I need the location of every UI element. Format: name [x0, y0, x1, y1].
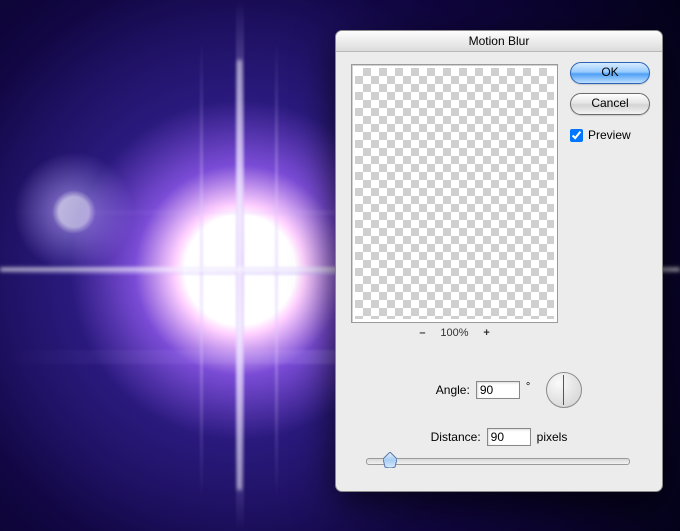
slider-track [366, 458, 630, 465]
preview-checkbox-label: Preview [588, 128, 631, 142]
flare-cross [238, 60, 241, 490]
angle-dial[interactable] [546, 372, 582, 408]
distance-unit: pixels [537, 430, 568, 444]
motion-blur-dialog: Motion Blur – 100% + OK Cancel Preview A… [335, 30, 663, 492]
angle-unit: ° [526, 381, 530, 393]
zoom-in-button[interactable]: + [478, 327, 496, 339]
distance-input[interactable] [487, 428, 531, 446]
zoom-out-button[interactable]: – [413, 327, 431, 339]
distance-row: Distance: pixels [336, 428, 662, 446]
angle-input[interactable] [476, 381, 520, 399]
angle-label: Angle: [436, 383, 470, 397]
ok-button[interactable]: OK [570, 62, 650, 84]
zoom-controls: – 100% + [351, 327, 558, 339]
dialog-title: Motion Blur [336, 31, 662, 52]
zoom-percent: 100% [435, 327, 475, 339]
angle-row: Angle: ° [336, 372, 663, 408]
preview-checkbox-row[interactable]: Preview [570, 128, 650, 142]
effect-preview[interactable] [351, 64, 558, 323]
slider-thumb[interactable] [383, 452, 397, 468]
distance-slider[interactable] [366, 452, 630, 470]
distance-label: Distance: [431, 430, 481, 444]
transparency-checker [355, 68, 554, 319]
cancel-button[interactable]: Cancel [570, 93, 650, 115]
preview-checkbox[interactable] [570, 129, 583, 142]
